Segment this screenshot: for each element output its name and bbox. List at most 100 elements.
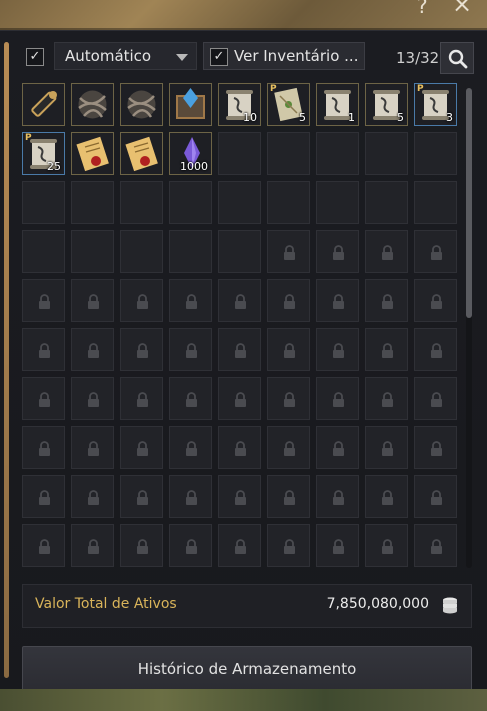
- storage-slot-item[interactable]: [71, 83, 114, 126]
- storage-slot-empty[interactable]: [218, 181, 261, 224]
- storage-slot-locked[interactable]: [218, 377, 261, 420]
- storage-slot-empty[interactable]: [218, 132, 261, 175]
- view-inventory-checkbox[interactable]: ✓: [210, 48, 228, 66]
- storage-slot-locked[interactable]: [120, 475, 163, 518]
- storage-slot-locked[interactable]: [218, 279, 261, 322]
- storage-slot-locked[interactable]: [365, 426, 408, 469]
- storage-slot-locked[interactable]: [120, 279, 163, 322]
- storage-slot-locked[interactable]: [71, 426, 114, 469]
- storage-slot-empty[interactable]: [316, 181, 359, 224]
- storage-slot-locked[interactable]: [71, 377, 114, 420]
- storage-slot-item[interactable]: P 25: [22, 132, 65, 175]
- storage-slot-empty[interactable]: [316, 132, 359, 175]
- storage-slot-locked[interactable]: [218, 475, 261, 518]
- storage-slot-empty[interactable]: [169, 181, 212, 224]
- sort-checkbox[interactable]: ✓: [26, 48, 44, 66]
- storage-slot-empty[interactable]: [267, 181, 310, 224]
- storage-slot-locked[interactable]: [22, 426, 65, 469]
- sort-mode-dropdown[interactable]: Automático: [54, 42, 197, 70]
- storage-slot-locked[interactable]: [414, 475, 457, 518]
- storage-slot-locked[interactable]: [120, 328, 163, 371]
- storage-slot-item[interactable]: [22, 83, 65, 126]
- storage-slot-locked[interactable]: [316, 475, 359, 518]
- scrollbar-thumb[interactable]: [466, 88, 472, 318]
- close-button[interactable]: ×: [452, 0, 472, 16]
- storage-slot-locked[interactable]: [267, 524, 310, 567]
- storage-slot-empty[interactable]: [267, 132, 310, 175]
- storage-slot-locked[interactable]: [365, 230, 408, 273]
- storage-slot-locked[interactable]: [414, 230, 457, 273]
- storage-slot-locked[interactable]: [267, 377, 310, 420]
- storage-history-button[interactable]: Histórico de Armazenamento: [22, 646, 472, 692]
- storage-slot-locked[interactable]: [414, 377, 457, 420]
- search-button[interactable]: [440, 42, 474, 74]
- grid-scrollbar[interactable]: [466, 88, 472, 568]
- storage-slot-item[interactable]: [71, 132, 114, 175]
- storage-slot-locked[interactable]: [120, 426, 163, 469]
- storage-slot-locked[interactable]: [316, 279, 359, 322]
- storage-slot-locked[interactable]: [71, 279, 114, 322]
- storage-slot-locked[interactable]: [22, 377, 65, 420]
- storage-slot-empty[interactable]: [218, 230, 261, 273]
- storage-slot-locked[interactable]: [120, 524, 163, 567]
- storage-slot-locked[interactable]: [71, 328, 114, 371]
- storage-slot-locked[interactable]: [414, 524, 457, 567]
- storage-slot-item[interactable]: 5: [365, 83, 408, 126]
- storage-slot-empty[interactable]: [71, 230, 114, 273]
- storage-slot-locked[interactable]: [267, 475, 310, 518]
- storage-slot-locked[interactable]: [169, 524, 212, 567]
- storage-slot-locked[interactable]: [22, 328, 65, 371]
- storage-slot-locked[interactable]: [365, 328, 408, 371]
- help-button[interactable]: ?: [417, 0, 428, 16]
- storage-slot-empty[interactable]: [365, 181, 408, 224]
- storage-slot-empty[interactable]: [120, 230, 163, 273]
- storage-slot-locked[interactable]: [218, 328, 261, 371]
- storage-slot-empty[interactable]: [120, 181, 163, 224]
- storage-slot-locked[interactable]: [169, 377, 212, 420]
- storage-slot-empty[interactable]: [169, 230, 212, 273]
- storage-slot-empty[interactable]: [414, 132, 457, 175]
- storage-slot-item[interactable]: [120, 83, 163, 126]
- storage-slot-locked[interactable]: [316, 377, 359, 420]
- storage-slot-locked[interactable]: [71, 524, 114, 567]
- storage-slot-locked[interactable]: [120, 377, 163, 420]
- storage-slot-locked[interactable]: [22, 279, 65, 322]
- storage-slot-item[interactable]: P5: [267, 83, 310, 126]
- storage-slot-locked[interactable]: [22, 475, 65, 518]
- storage-slot-item[interactable]: [120, 132, 163, 175]
- storage-slot-locked[interactable]: [414, 279, 457, 322]
- storage-slot-locked[interactable]: [267, 279, 310, 322]
- storage-slot-locked[interactable]: [414, 426, 457, 469]
- storage-slot-locked[interactable]: [267, 328, 310, 371]
- storage-slot-locked[interactable]: [316, 230, 359, 273]
- storage-slot-locked[interactable]: [169, 475, 212, 518]
- storage-slot-empty[interactable]: [22, 230, 65, 273]
- storage-slot-locked[interactable]: [316, 328, 359, 371]
- storage-slot-empty[interactable]: [414, 181, 457, 224]
- storage-slot-locked[interactable]: [267, 426, 310, 469]
- storage-slot-empty[interactable]: [71, 181, 114, 224]
- storage-slot-item[interactable]: 10: [218, 83, 261, 126]
- storage-slot-item[interactable]: P3: [414, 83, 457, 126]
- storage-slot-item[interactable]: [169, 83, 212, 126]
- storage-slot-locked[interactable]: [71, 475, 114, 518]
- storage-slot-locked[interactable]: [365, 475, 408, 518]
- storage-slot-locked[interactable]: [218, 426, 261, 469]
- storage-slot-locked[interactable]: [365, 524, 408, 567]
- storage-slot-locked[interactable]: [316, 426, 359, 469]
- storage-slot-locked[interactable]: [267, 230, 310, 273]
- storage-slot-empty[interactable]: [365, 132, 408, 175]
- storage-slot-locked[interactable]: [414, 328, 457, 371]
- storage-slot-locked[interactable]: [316, 524, 359, 567]
- storage-slot-locked[interactable]: [365, 377, 408, 420]
- storage-slot-locked[interactable]: [169, 279, 212, 322]
- storage-slot-locked[interactable]: [365, 279, 408, 322]
- storage-slot-item[interactable]: 1000: [169, 132, 212, 175]
- view-inventory-toggle[interactable]: ✓ Ver Inventário ...: [203, 42, 365, 70]
- storage-slot-locked[interactable]: [22, 524, 65, 567]
- storage-slot-locked[interactable]: [169, 328, 212, 371]
- storage-slot-item[interactable]: 1: [316, 83, 359, 126]
- storage-slot-empty[interactable]: [22, 181, 65, 224]
- storage-slot-locked[interactable]: [218, 524, 261, 567]
- storage-slot-locked[interactable]: [169, 426, 212, 469]
